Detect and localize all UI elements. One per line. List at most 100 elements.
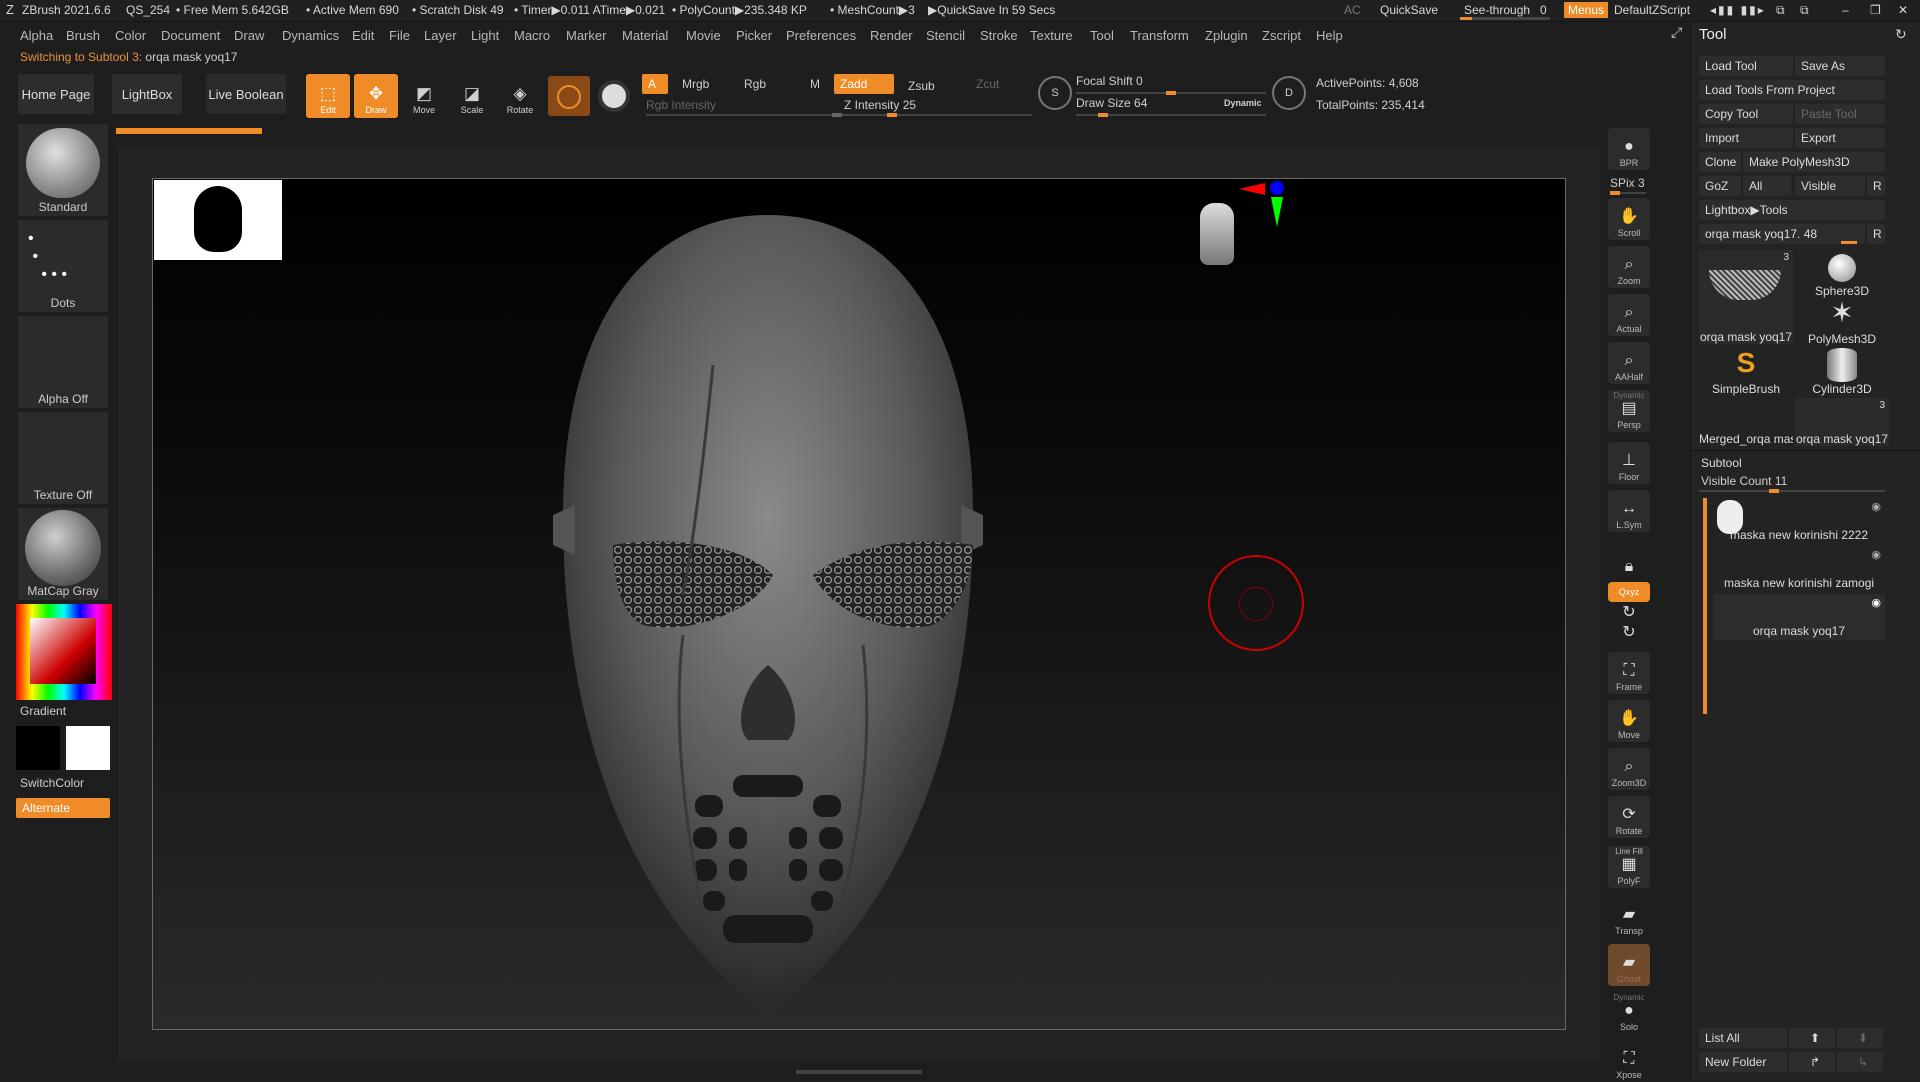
m-button[interactable]: M [804, 74, 828, 94]
clone-button[interactable]: Clone [1699, 152, 1741, 172]
move-down-arrow-icon[interactable]: ⬇ [1837, 1028, 1883, 1048]
menu-zplugin[interactable]: Zplugin [1205, 28, 1248, 43]
subtool-scrollbar[interactable] [1703, 498, 1707, 714]
bpr-button[interactable]: ● BPR [1608, 128, 1650, 170]
menu-macro[interactable]: Macro [514, 28, 550, 43]
tool-thumb-merged[interactable]: Merged_orqa mask [1699, 398, 1793, 446]
alpha-slot[interactable]: Alpha Off [18, 316, 108, 408]
menu-color[interactable]: Color [115, 28, 146, 43]
dynamic-label[interactable]: Dynamic [1224, 98, 1262, 108]
default-zscript[interactable]: DefaultZScript [1614, 3, 1690, 17]
see-through-label[interactable]: See-through [1464, 3, 1530, 17]
maximize-icon[interactable]: ❐ [1870, 3, 1881, 17]
menu-file[interactable]: File [389, 28, 410, 43]
tool-thumb-sphere3d[interactable]: Sphere3D [1795, 250, 1889, 298]
axis-gizmo[interactable] [1239, 179, 1299, 229]
aahalf-button[interactable]: ⌕ AAHalf [1608, 342, 1650, 384]
current-tool-slider-handle[interactable] [1841, 241, 1857, 244]
menu-help[interactable]: Help [1316, 28, 1343, 43]
pin-icon[interactable]: ⤢ [1671, 24, 1682, 41]
current-tool-r-button[interactable]: R [1867, 224, 1885, 244]
color-picker[interactable] [16, 604, 112, 700]
import-button[interactable]: Import [1699, 128, 1793, 148]
z-intensity-slider[interactable] [842, 113, 1032, 117]
load-tool-button[interactable]: Load Tool [1699, 56, 1793, 76]
subtool-visibility-eye-icon[interactable]: ◉ [1871, 596, 1881, 609]
transp-button[interactable]: ▰ Transp [1608, 896, 1650, 938]
zsub-button[interactable]: Zsub [902, 76, 958, 96]
rgb-intensity-slider[interactable] [646, 113, 846, 117]
menu-stroke[interactable]: Stroke [980, 28, 1018, 43]
quicksave-button[interactable]: QuickSave [1380, 3, 1438, 17]
tool-thumb-polymesh3d[interactable]: ✶ PolyMesh3D [1795, 298, 1889, 347]
move-mode-button[interactable]: ◩ Move [402, 74, 446, 118]
live-boolean-button[interactable]: Live Boolean [206, 74, 286, 114]
zadd-button[interactable]: Zadd [834, 74, 894, 94]
color-square[interactable] [30, 618, 96, 684]
frame-button[interactable]: ⛶ Frame [1608, 652, 1650, 694]
lazy-s-icon[interactable]: S [1038, 76, 1072, 110]
menu-document[interactable]: Document [161, 28, 220, 43]
menu-transform[interactable]: Transform [1130, 28, 1189, 43]
subtool-item-1[interactable]: ◉ maska new korinishi 2222 [1713, 498, 1885, 544]
visible-count-slider[interactable] [1699, 489, 1885, 493]
solo-button[interactable]: Dynamic ● Solo [1608, 992, 1650, 1034]
menu-brush[interactable]: Brush [66, 28, 100, 43]
subtool-visibility-eye-icon[interactable]: ◉ [1871, 500, 1881, 513]
focal-shift-slider[interactable] [1076, 91, 1266, 95]
home-page-button[interactable]: Home Page [18, 74, 94, 114]
ghost-button[interactable]: ▰ Ghost [1608, 944, 1650, 986]
close-icon[interactable]: ✕ [1898, 3, 1908, 17]
draw-mode-button[interactable]: ✥ Draw [354, 74, 398, 118]
orientation-head-icon[interactable] [1197, 203, 1237, 283]
spix-slider[interactable] [1610, 191, 1646, 195]
menu-tool[interactable]: Tool [1090, 28, 1114, 43]
subtool-item-2[interactable]: ◉ maska new korinishi zamogi [1713, 546, 1885, 592]
rgb-button[interactable]: Rgb [738, 74, 778, 94]
scale-mode-button[interactable]: ◪ Scale [450, 74, 494, 118]
menu-material[interactable]: Material [622, 28, 668, 43]
a-button[interactable]: A [642, 74, 668, 94]
spix-label[interactable]: SPix 3 [1610, 176, 1645, 190]
folder-share-icon[interactable]: ↱ [1789, 1052, 1835, 1072]
sculptris-pro-button[interactable] [548, 76, 590, 116]
zcut-button[interactable]: Zcut [970, 74, 1020, 94]
scroll-button[interactable]: ✋ Scroll [1608, 198, 1650, 240]
stroke-slot[interactable]: • • • • • Dots [18, 220, 108, 312]
mrgb-button[interactable]: Mrgb [676, 74, 726, 94]
folder-out-icon[interactable]: ↳ [1837, 1052, 1883, 1072]
make-polymesh3d-button[interactable]: Make PolyMesh3D [1743, 152, 1885, 172]
menu-edit[interactable]: Edit [352, 28, 374, 43]
see-through-slider[interactable] [1460, 17, 1550, 20]
edit-mode-button[interactable]: ⬚ Edit [306, 74, 350, 118]
mask-model[interactable] [533, 215, 1003, 1015]
zoom3d-button[interactable]: ⌕ Zoom3D [1608, 748, 1650, 790]
window-layout-icon[interactable]: ⧉ [1776, 3, 1785, 18]
menu-picker[interactable]: Picker [736, 28, 772, 43]
menu-marker[interactable]: Marker [566, 28, 606, 43]
gradient-label[interactable]: Gradient [20, 704, 66, 718]
menus-toggle[interactable]: Menus [1564, 2, 1609, 18]
minimize-icon[interactable]: – [1842, 3, 1849, 17]
tool-thumb-simplebrush[interactable]: S SimpleBrush [1699, 348, 1793, 397]
menu-texture[interactable]: Texture [1030, 28, 1073, 43]
menu-movie[interactable]: Movie [686, 28, 721, 43]
tool-thumb-orqa-2[interactable]: 3 orqa mask yoq17 [1795, 398, 1889, 446]
paste-tool-button[interactable]: Paste Tool [1795, 104, 1885, 124]
menu-light[interactable]: Light [471, 28, 499, 43]
tool-palette-title[interactable]: Tool [1699, 26, 1727, 43]
actual-button[interactable]: ⌕ Actual [1608, 294, 1650, 336]
palette-reset-icon[interactable]: ↻ [1895, 26, 1907, 43]
load-tools-from-project-button[interactable]: Load Tools From Project [1699, 80, 1885, 100]
primary-color-swatch[interactable] [16, 726, 60, 770]
move-up-arrow-icon[interactable]: ⬆ [1789, 1028, 1835, 1048]
list-all-button[interactable]: List All [1699, 1028, 1787, 1048]
material-slot[interactable]: MatCap Gray [18, 508, 108, 600]
switch-color-button[interactable]: SwitchColor [20, 776, 84, 790]
copy-tool-button[interactable]: Copy Tool [1699, 104, 1793, 124]
secondary-color-swatch[interactable] [66, 726, 110, 770]
alternate-button[interactable]: Alternate [16, 798, 110, 818]
subtool-visibility-eye-icon[interactable]: ◉ [1871, 548, 1881, 561]
export-button[interactable]: Export [1795, 128, 1885, 148]
save-as-button[interactable]: Save As [1795, 56, 1885, 76]
